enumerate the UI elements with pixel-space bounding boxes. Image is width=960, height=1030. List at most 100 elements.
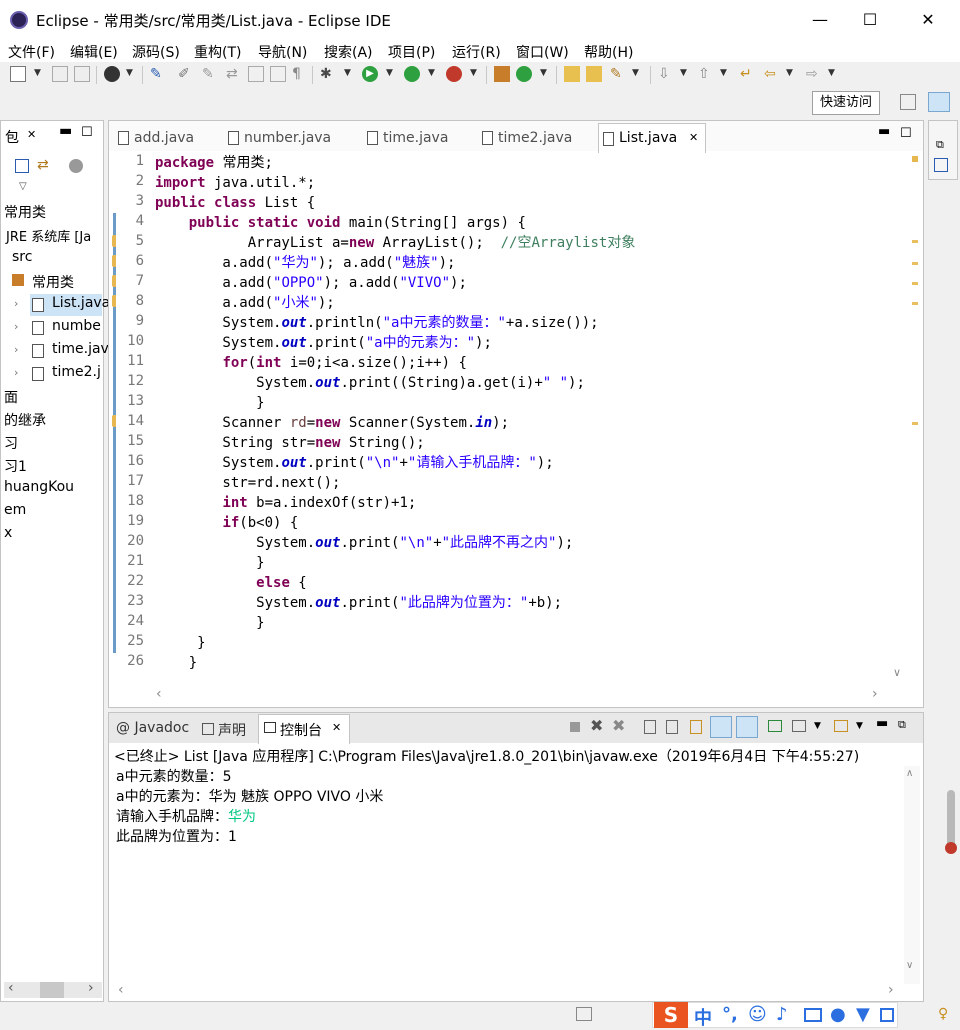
tree-item-list-java[interactable]: List.java [52,295,110,311]
coverage-dropdown-icon[interactable]: ▼ [428,68,435,78]
tree-item-project[interactable]: 的继承 [4,410,46,430]
new-class-dropdown-icon[interactable]: ▼ [540,68,547,78]
scroll-left-icon[interactable]: ‹ [118,982,124,998]
tree-item-project[interactable]: huangKou [4,479,74,495]
punctuation-icon[interactable]: °, [722,1004,738,1025]
scrollbar-thumb[interactable] [40,982,64,998]
java-perspective-icon[interactable] [928,92,950,112]
chevron-right-icon[interactable]: › [14,343,18,356]
maximize-view-icon[interactable]: ☐ [81,125,93,140]
tree-item-project[interactable]: x [4,525,12,541]
show-whitespace-icon[interactable] [248,66,264,82]
emoji-icon[interactable]: ☺ [748,1004,767,1025]
scroll-left-icon[interactable]: ‹ [8,980,14,996]
run-icon[interactable]: ▶ [362,66,378,82]
keyboard-icon[interactable] [804,1008,822,1022]
scroll-up-icon[interactable]: ∧ [906,768,913,779]
new-dropdown-icon[interactable]: ▼ [34,68,41,78]
minimize-button[interactable]: — [808,8,832,32]
chevron-down-icon[interactable]: ▽ [19,181,27,192]
remove-all-icon[interactable]: ✖ [612,716,625,735]
tree-item-project[interactable]: 面 [4,387,18,407]
restore-icon[interactable]: ⧉ [936,138,944,152]
explorer-tab[interactable]: 包 [5,127,19,147]
code-editor[interactable]: 1 2 3 4 5 6 7 8 9 10 11 12 13 14 15 16 1… [116,153,888,683]
terminate-icon[interactable] [570,722,580,732]
minimize-view-icon[interactable]: ▬ [59,123,72,139]
prev-annotation-dropdown-icon[interactable]: ▼ [720,68,727,78]
scroll-right-icon[interactable]: › [88,980,94,996]
console-vscrollbar[interactable] [904,766,920,984]
sogou-logo[interactable]: S [654,1002,688,1028]
close-icon[interactable]: ✕ [689,124,698,152]
next-annotation-icon[interactable]: ⇩ [658,66,674,82]
back-dropdown-icon[interactable]: ▼ [786,68,793,78]
profile-dropdown-icon[interactable]: ▼ [126,68,133,78]
external-tools-dropdown-icon[interactable]: ▼ [470,68,477,78]
menu-window[interactable]: 窗口(W) [516,42,569,62]
menu-search[interactable]: 搜索(A) [324,42,373,62]
show-stdout-icon[interactable] [710,716,732,738]
pilcrow-icon[interactable]: ¶ [292,66,308,82]
new-class-icon[interactable] [516,66,532,82]
open-task-icon[interactable] [586,66,602,82]
view-menu-icon[interactable] [69,159,83,173]
display-console-dropdown-icon[interactable]: ▼ [814,721,821,731]
quick-access-input[interactable]: 快速访问 [812,91,880,115]
debug-dropdown-icon[interactable]: ▼ [344,68,351,78]
search-dropdown-icon[interactable]: ▼ [632,68,639,78]
last-edit-icon[interactable]: ↵ [740,66,756,82]
warning-overview-icon[interactable] [912,156,918,162]
skin-icon[interactable]: ▼ [856,1004,870,1025]
tree-item-project[interactable]: 习1 [4,456,27,476]
show-tabs-icon[interactable] [270,66,286,82]
tab-add-java[interactable]: add.java [114,125,194,151]
menu-project[interactable]: 项目(P) [388,42,435,62]
run-dropdown-icon[interactable]: ▼ [386,68,393,78]
chevron-right-icon[interactable]: › [14,297,18,310]
save-icon[interactable] [52,66,68,82]
next-annotation-dropdown-icon[interactable]: ▼ [680,68,687,78]
restore-icon[interactable]: ⧉ [898,718,906,732]
tree-item-jre[interactable]: JRE 系统库 [Ja [6,226,91,245]
mark-occurrences-icon[interactable]: ✐ [178,66,194,82]
menu-run[interactable]: 运行(R) [452,42,501,62]
external-tools-icon[interactable] [446,66,462,82]
close-icon[interactable]: ✕ [332,721,341,734]
forward-icon[interactable]: ⇨ [806,66,822,82]
menu-navigate[interactable]: 导航(N) [258,42,307,62]
maximize-view-icon[interactable]: ☐ [900,126,912,141]
open-type-icon[interactable] [564,66,580,82]
close-button[interactable]: ✕ [916,8,940,32]
block-select-icon[interactable]: ✎ [202,66,218,82]
console-output[interactable]: a中元素的数量：5 a中的元素为：华为 魅族 OPPO VIVO 小米 请输入手… [112,766,900,984]
chevron-right-icon[interactable]: › [14,320,18,333]
toggle-breadcrumb-icon[interactable]: ⇄ [226,66,242,82]
editor-vscrollbar[interactable] [890,153,908,683]
chevron-right-icon[interactable]: › [14,366,18,379]
profile-icon[interactable] [104,66,120,82]
collapse-all-icon[interactable] [15,159,29,173]
ime-mode[interactable]: 中 [694,1004,712,1030]
annotation-marker[interactable] [912,282,918,285]
show-stderr-icon[interactable] [736,716,758,738]
scroll-right-icon[interactable]: › [872,686,878,702]
menu-file[interactable]: 文件(F) [8,42,55,62]
minimize-view-icon[interactable]: ▬ [878,124,890,139]
annotation-marker[interactable] [912,302,918,305]
close-icon[interactable]: ✕ [27,128,36,141]
open-console-icon[interactable] [834,720,848,732]
status-icon[interactable] [576,1007,592,1021]
microphone-icon[interactable]: ♪ [776,1004,788,1025]
annotation-marker[interactable] [912,240,918,243]
new-package-icon[interactable] [494,66,510,82]
user-icon[interactable]: ● [830,1004,846,1025]
scroll-down-icon[interactable]: ∨ [906,960,913,971]
tip-icon[interactable]: ♀ [938,1006,948,1022]
minimize-view-icon[interactable]: ▬ [876,716,888,731]
prev-annotation-icon[interactable]: ⇧ [698,66,714,82]
menu-source[interactable]: 源码(S) [132,42,180,62]
tree-item-time2-java[interactable]: time2.j [52,364,101,380]
tree-item-number-java[interactable]: numbe [52,318,101,334]
tab-javadoc[interactable]: @ Javadoc [116,720,189,736]
